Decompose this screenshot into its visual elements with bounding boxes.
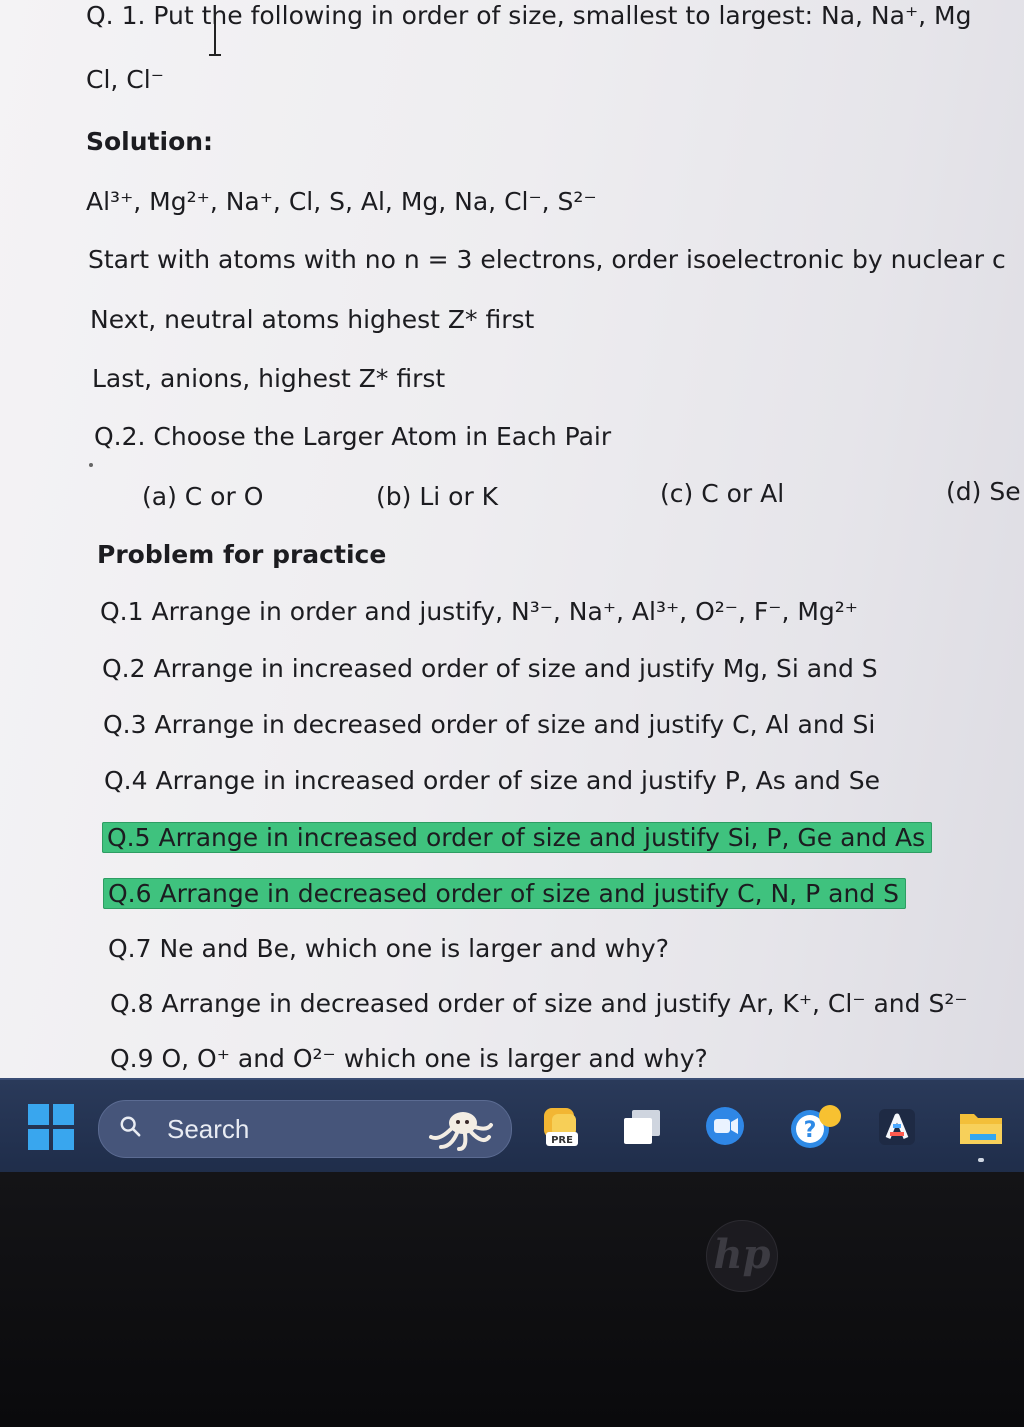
windows-start-icon[interactable]: [28, 1104, 74, 1150]
document-view: Q. 1. Put the following in order of size…: [0, 0, 1024, 1078]
chat-icon[interactable]: [702, 1104, 748, 1150]
solution-order: Al³⁺, Mg²⁺, Na⁺, Cl, S, Al, Mg, Na, Cl⁻,…: [86, 187, 597, 216]
q2-option-c: (c) C or Al: [660, 479, 785, 508]
search-icon: [120, 1116, 141, 1137]
q2-option-b: (b) Li or K: [376, 482, 499, 511]
help-icon[interactable]: ?: [786, 1104, 846, 1150]
question-1-text-continued: Cl, Cl⁻: [86, 65, 164, 94]
search-label: Search: [167, 1114, 250, 1144]
taskbar: Search PRE ?: [0, 1078, 1024, 1172]
practice-item-1: Q.1 Arrange in order and justify, N³⁻, N…: [100, 597, 858, 626]
question-2-heading: Q.2. Choose the Larger Atom in Each Pair: [94, 422, 612, 451]
widgets-octopus-icon[interactable]: [425, 1107, 495, 1151]
practice-item-9: Q.9 O, O⁺ and O²⁻ which one is larger an…: [110, 1044, 708, 1073]
practice-item-5-text: Q.5 Arrange in increased order of size a…: [102, 822, 933, 853]
laptop-bezel: [0, 1172, 1024, 1427]
svg-text:?: ?: [804, 1118, 817, 1143]
text-cursor-icon: [209, 14, 221, 56]
practice-item-4: Q.4 Arrange in increased order of size a…: [104, 766, 880, 795]
solution-step-2: Next, neutral atoms highest Z* first: [90, 305, 535, 334]
practice-item-5-highlighted: Q.5 Arrange in increased order of size a…: [102, 822, 933, 854]
bullet-dot: [89, 463, 93, 467]
hp-logo-text: hp: [713, 1231, 771, 1278]
pre-badge-label: PRE: [551, 1135, 573, 1146]
app-a-icon[interactable]: [874, 1104, 920, 1150]
taskbar-search-box[interactable]: Search: [98, 1100, 512, 1158]
laptop-screen: Q. 1. Put the following in order of size…: [0, 0, 1024, 1172]
solution-heading: Solution:: [86, 127, 214, 156]
solution-step-3: Last, anions, highest Z* first: [92, 364, 446, 393]
solution-step-1: Start with atoms with no n = 3 electrons…: [88, 245, 1006, 274]
practice-heading: Problem for practice: [97, 540, 387, 569]
hp-logo: hp: [706, 1220, 778, 1292]
practice-item-2: Q.2 Arrange in increased order of size a…: [102, 654, 878, 683]
practice-item-7: Q.7 Ne and Be, which one is larger and w…: [108, 934, 669, 963]
teams-pre-icon[interactable]: PRE: [538, 1104, 584, 1150]
practice-item-8: Q.8 Arrange in decreased order of size a…: [110, 989, 968, 1018]
q2-option-a: (a) C or O: [142, 482, 264, 511]
file-explorer-icon[interactable]: [956, 1104, 1006, 1166]
practice-item-6-text: Q.6 Arrange in decreased order of size a…: [103, 878, 906, 909]
q2-option-d: (d) Se: [946, 477, 1021, 506]
practice-item-6-highlighted: Q.6 Arrange in decreased order of size a…: [103, 878, 906, 910]
practice-item-3: Q.3 Arrange in decreased order of size a…: [103, 710, 876, 739]
task-view-icon[interactable]: [620, 1104, 666, 1150]
question-1-text: Q. 1. Put the following in order of size…: [86, 1, 972, 30]
